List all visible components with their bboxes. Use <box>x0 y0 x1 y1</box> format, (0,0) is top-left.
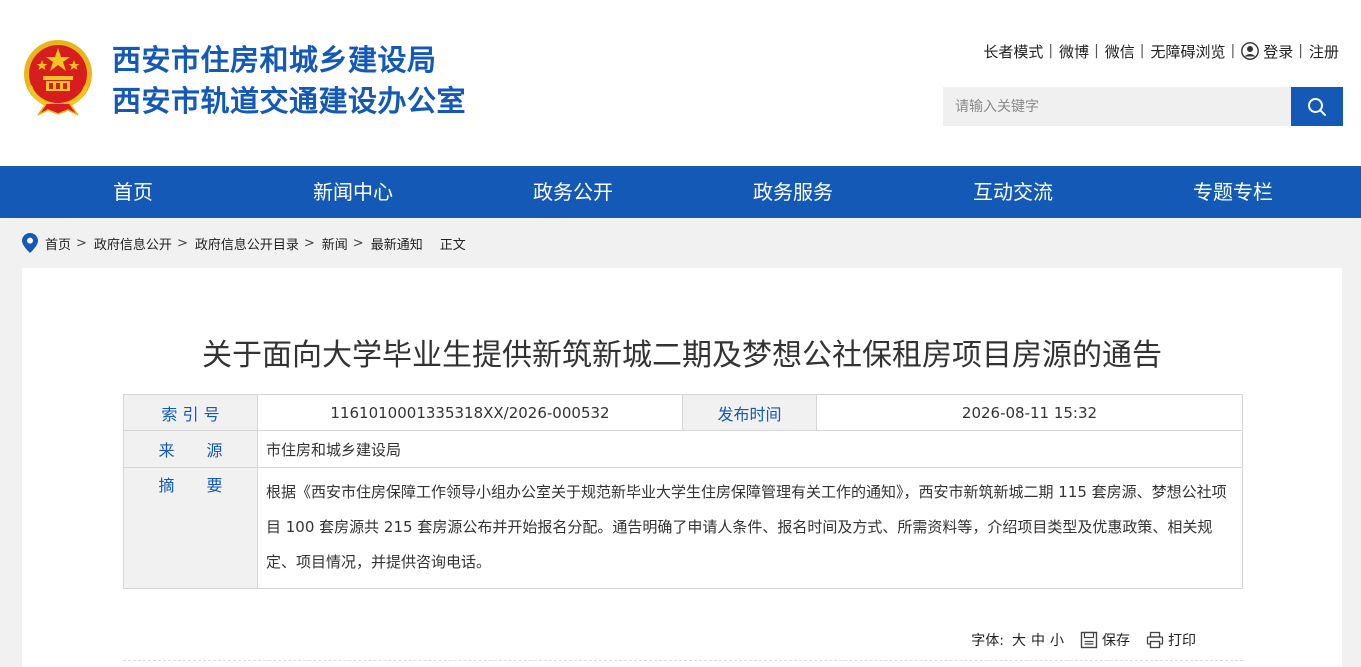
abstract-value: 根据《西安市住房保障工作领导小组办公室关于规范新毕业大学生住房保障管理有关工作的… <box>257 467 1243 589</box>
font-size-label: 字体: <box>971 633 1004 649</box>
login-link[interactable]: 登录 <box>1263 41 1293 62</box>
location-pin-icon <box>22 233 38 253</box>
publish-time-value: 2026-08-11 15:32 <box>816 394 1243 431</box>
breadcrumb-latest-notice[interactable]: 最新通知 <box>371 234 423 253</box>
meta-row-abstract: 摘 要 根据《西安市住房保障工作领导小组办公室关于规范新毕业大学生住房保障管理有… <box>123 467 1243 589</box>
article-meta-table: 索 引 号 1161010001335318XX/2026-000532 发布时… <box>123 394 1243 589</box>
abstract-label: 摘 要 <box>123 467 258 589</box>
search-box <box>943 87 1343 126</box>
site-name-line1: 西安市住房和城乡建设局 <box>112 43 437 77</box>
breadcrumb-arrow: > <box>76 235 87 251</box>
breadcrumb-arrow: > <box>303 235 315 251</box>
breadcrumb-news[interactable]: 新闻 <box>322 234 348 253</box>
divider <box>123 660 1243 661</box>
site-header: 西安市住房和城乡建设局 西安市轨道交通建设办公室 长者模式 | 微博 | 微信 … <box>0 0 1361 166</box>
breadcrumb-gov-info[interactable]: 政府信息公开 <box>94 234 172 253</box>
nav-item-gov-affairs[interactable]: 政务公开 <box>493 166 653 218</box>
print-button[interactable]: 打印 <box>1168 630 1196 650</box>
elder-mode-link[interactable]: 长者模式 <box>983 41 1043 62</box>
meta-row-source: 来 源 市住房和城乡建设局 <box>123 430 1243 468</box>
index-value: 1161010001335318XX/2026-000532 <box>257 394 683 431</box>
breadcrumb-arrow: > <box>352 235 364 251</box>
breadcrumb-gov-info-catalog[interactable]: 政府信息公开目录 <box>195 234 299 253</box>
meta-row-index: 索 引 号 1161010001335318XX/2026-000532 发布时… <box>123 394 1243 431</box>
article-panel: 关于面向大学毕业生提供新筑新城二期及梦想公社保租房项目房源的通告 索 引 号 1… <box>22 268 1342 667</box>
separator: | <box>1048 43 1054 59</box>
accessibility-link[interactable]: 无障碍浏览 <box>1151 41 1226 62</box>
breadcrumb-arrow: > <box>176 235 188 251</box>
national-emblem-icon <box>24 40 92 116</box>
separator: | <box>1094 43 1099 59</box>
search-icon <box>1308 97 1326 116</box>
separator: | <box>1139 43 1145 59</box>
source-value: 市住房和城乡建设局 <box>257 430 1243 468</box>
nav-item-gov-services[interactable]: 政务服务 <box>713 166 873 218</box>
save-button[interactable]: 保存 <box>1102 630 1130 650</box>
index-label: 索 引 号 <box>123 394 258 431</box>
breadcrumb: 首页 > 政府信息公开 > 政府信息公开目录 > 新闻 > 最新通知 正文 <box>22 232 466 254</box>
separator: | <box>1230 43 1236 59</box>
save-icon <box>1080 631 1098 649</box>
register-link[interactable]: 注册 <box>1309 41 1339 62</box>
weibo-link[interactable]: 微博 <box>1059 41 1089 62</box>
site-name-line2: 西安市轨道交通建设办公室 <box>112 84 467 118</box>
top-links: 长者模式 | 微博 | 微信 | 无障碍浏览 | 登录 | 注册 <box>983 41 1339 61</box>
publish-time-label: 发布时间 <box>682 394 817 431</box>
main-nav: 首页 新闻中心 政务公开 政务服务 互动交流 专题专栏 <box>0 166 1361 218</box>
article-title: 关于面向大学毕业生提供新筑新城二期及梦想公社保租房项目房源的通告 <box>202 338 1162 373</box>
print-icon <box>1146 631 1164 649</box>
breadcrumb-current: 正文 <box>439 237 466 253</box>
source-label: 来 源 <box>123 430 258 468</box>
font-medium-button[interactable]: 中 <box>1031 630 1045 650</box>
article-tools: 字体: 大 中 小 保存 打印 <box>971 630 1196 650</box>
search-button[interactable] <box>1291 87 1343 126</box>
font-large-button[interactable]: 大 <box>1012 630 1026 650</box>
site-name[interactable]: 西安市住房和城乡建设局 西安市轨道交通建设办公室 <box>112 40 466 122</box>
separator: | <box>1298 43 1303 59</box>
user-icon <box>1241 42 1260 60</box>
nav-item-special[interactable]: 专题专栏 <box>1153 166 1313 218</box>
font-small-button[interactable]: 小 <box>1050 630 1064 650</box>
nav-item-news[interactable]: 新闻中心 <box>273 166 433 218</box>
breadcrumb-home[interactable]: 首页 <box>45 234 71 253</box>
search-input[interactable] <box>943 87 1291 126</box>
nav-item-interaction[interactable]: 互动交流 <box>933 166 1093 218</box>
nav-item-home[interactable]: 首页 <box>53 166 213 218</box>
wechat-link[interactable]: 微信 <box>1105 41 1135 62</box>
